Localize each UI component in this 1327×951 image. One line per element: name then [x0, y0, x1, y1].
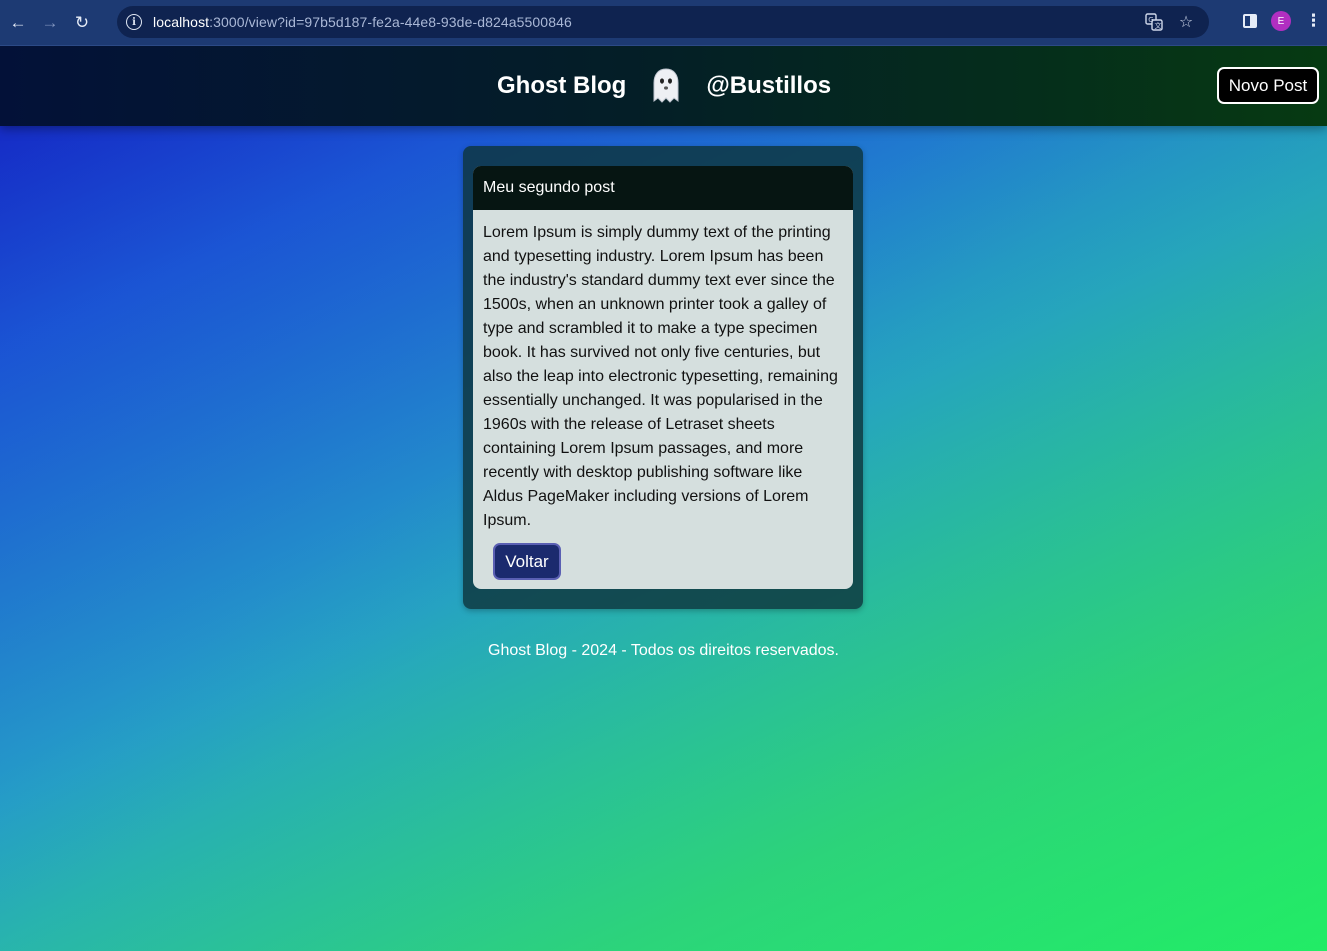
site-footer: Ghost Blog - 2024 - Todos os direitos re…: [488, 642, 839, 659]
brand: Ghost Blog @Bustillos: [497, 68, 832, 103]
svg-text:G: G: [1148, 16, 1153, 24]
browser-toolbar: ← → ↻ i localhost:3000/view?id=97b5d187-…: [0, 0, 1327, 46]
back-arrow-icon[interactable]: ←: [5, 10, 31, 36]
forward-arrow-icon[interactable]: →: [37, 10, 63, 36]
post-card: Meu segundo post Lorem Ipsum is simply d…: [473, 166, 853, 589]
profile-avatar[interactable]: E: [1271, 11, 1291, 31]
url-text[interactable]: localhost:3000/view?id=97b5d187-fe2a-44e…: [153, 14, 572, 30]
reload-icon[interactable]: ↻: [69, 10, 95, 36]
post-title: Meu segundo post: [473, 166, 853, 210]
star-icon[interactable]: ☆: [1176, 12, 1196, 32]
url-host: localhost: [153, 14, 210, 30]
site-header: Ghost Blog @Bustillos Novo Post: [0, 46, 1327, 126]
post-body: Lorem Ipsum is simply dummy text of the …: [483, 224, 838, 529]
url-path: :3000/view?id=97b5d187-fe2a-44e8-93de-d8…: [209, 14, 572, 30]
translate-icon[interactable]: G文: [1144, 12, 1164, 32]
kebab-menu-icon[interactable]: ⋮: [1305, 11, 1322, 31]
ghost-icon: [653, 68, 679, 103]
site-info-icon[interactable]: i: [126, 14, 142, 30]
post-container: Meu segundo post Lorem Ipsum is simply d…: [463, 146, 863, 609]
author-handle: @Bustillos: [706, 72, 832, 99]
new-post-button[interactable]: Novo Post: [1217, 67, 1319, 104]
side-panel-icon[interactable]: [1243, 14, 1257, 28]
site-title: Ghost Blog: [497, 72, 627, 99]
svg-text:文: 文: [1155, 21, 1162, 30]
address-bar[interactable]: i localhost:3000/view?id=97b5d187-fe2a-4…: [117, 6, 1209, 38]
page-viewport: Ghost Blog @Bustillos Novo Post Meu segu…: [0, 46, 1327, 951]
back-button[interactable]: Voltar: [493, 543, 561, 580]
